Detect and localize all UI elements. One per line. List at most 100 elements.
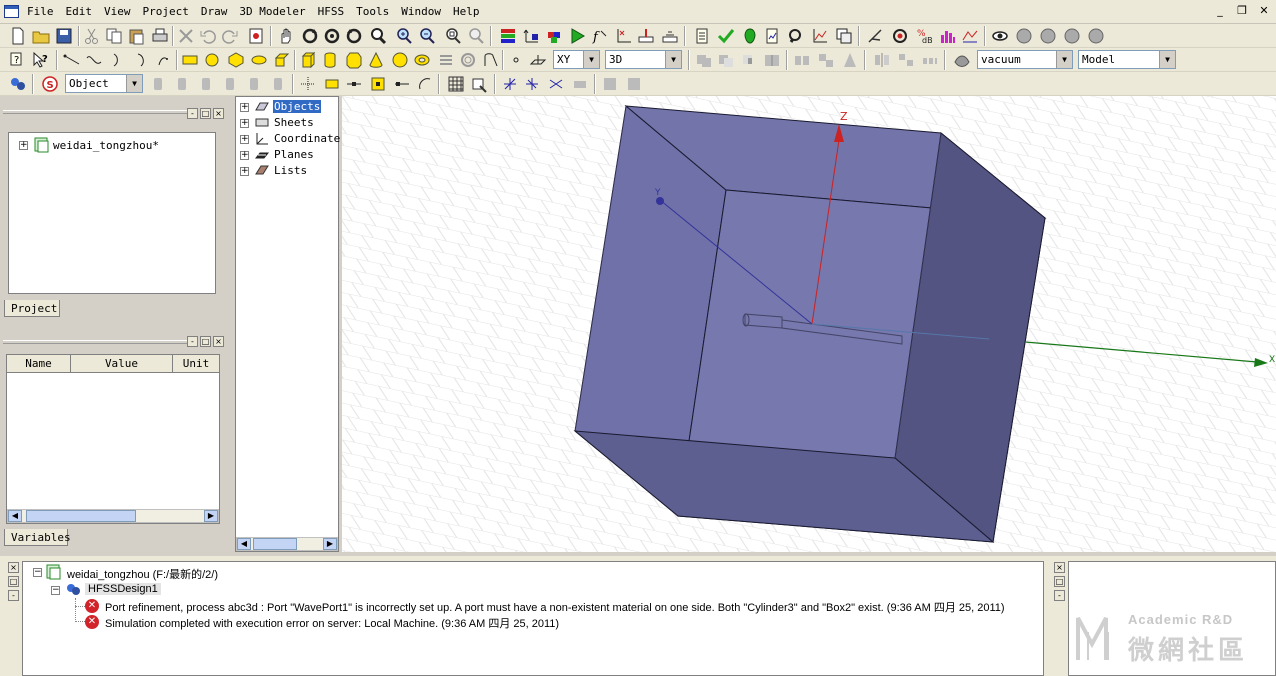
panel-close-icon[interactable]: × xyxy=(213,108,224,119)
material-icon[interactable] xyxy=(952,50,972,70)
snap-grid-icon[interactable] xyxy=(298,74,318,94)
viewport-canvas[interactable]: Y Z X xyxy=(342,96,1276,552)
set-working-cs-icon[interactable] xyxy=(570,74,590,94)
delete-icon[interactable] xyxy=(176,26,196,46)
column-header-name[interactable]: Name xyxy=(7,355,71,373)
modeler-viewport[interactable]: Y Z X xyxy=(342,96,1276,552)
history-item-objects[interactable]: Objects xyxy=(273,100,322,113)
fit-all-icon[interactable] xyxy=(443,26,463,46)
validation-icon[interactable] xyxy=(692,26,712,46)
draw-region-icon[interactable] xyxy=(272,50,292,70)
panel-maximize-icon[interactable]: □ xyxy=(1054,576,1065,587)
measure-distance-icon[interactable] xyxy=(624,74,644,94)
view-front-icon[interactable] xyxy=(1038,26,1058,46)
menu-view[interactable]: View xyxy=(103,5,132,18)
rotate-model-icon[interactable] xyxy=(322,26,342,46)
message-error-simulation[interactable]: Simulation completed with execution erro… xyxy=(105,615,559,631)
message-project-node[interactable]: weidai_tongzhou (F:/最新的/2/) xyxy=(67,566,218,582)
snap-arc-center-icon[interactable] xyxy=(414,74,434,94)
expand-toggle-icon[interactable]: + xyxy=(240,135,249,144)
expand-toggle-icon[interactable]: + xyxy=(240,103,249,112)
open-folder-icon[interactable] xyxy=(31,26,51,46)
app-icon[interactable] xyxy=(4,5,19,18)
select-vertex-icon[interactable] xyxy=(196,74,216,94)
scroll-thumb[interactable] xyxy=(26,510,136,522)
panel-maximize-icon[interactable]: □ xyxy=(200,336,211,347)
history-item-planes[interactable]: Planes xyxy=(274,148,314,161)
expand-toggle-icon[interactable]: + xyxy=(240,119,249,128)
mesh-ops-icon[interactable] xyxy=(545,26,565,46)
dropdown-arrow-icon[interactable]: ▼ xyxy=(126,75,142,92)
draw-helix-icon[interactable] xyxy=(436,50,456,70)
menu-draw[interactable]: Draw xyxy=(200,5,229,18)
view-top-icon[interactable] xyxy=(1014,26,1034,46)
restore-button[interactable]: ❐ xyxy=(1234,3,1250,19)
orbit-icon[interactable] xyxy=(344,26,364,46)
duplicate-around-axis-icon[interactable] xyxy=(896,50,916,70)
grid-icon[interactable] xyxy=(446,74,466,94)
measure-icon[interactable] xyxy=(600,74,620,94)
draw-bondwire-icon[interactable] xyxy=(481,50,501,70)
draw-sphere-icon[interactable] xyxy=(390,50,410,70)
menu-help[interactable]: Help xyxy=(452,5,481,18)
excitations-icon[interactable] xyxy=(522,26,542,46)
variables-hscroll[interactable]: ◀ ▶ xyxy=(7,509,219,523)
menu-3d-modeler[interactable]: 3D Modeler xyxy=(238,5,306,18)
panel-pin-icon[interactable]: - xyxy=(1054,590,1065,601)
message-design-node[interactable]: HFSSDesign1 xyxy=(85,583,161,595)
intersect-icon[interactable] xyxy=(740,50,760,70)
tab-project[interactable]: Project xyxy=(4,300,60,317)
save-icon[interactable] xyxy=(54,26,74,46)
draw-torus-icon[interactable] xyxy=(412,50,432,70)
material-select[interactable]: vacuum ▼ xyxy=(977,50,1073,69)
mirror-icon[interactable] xyxy=(872,50,892,70)
grid-settings-icon[interactable] xyxy=(470,74,490,94)
draw-arc-icon[interactable] xyxy=(108,50,128,70)
imprint-icon[interactable] xyxy=(762,50,782,70)
panel-pin-icon[interactable]: - xyxy=(187,336,198,347)
snap-quadrant-icon[interactable] xyxy=(392,74,412,94)
expand-toggle-icon[interactable]: + xyxy=(240,167,249,176)
history-hscroll[interactable]: ◀ ▶ xyxy=(236,537,338,551)
draw-polygon-icon[interactable] xyxy=(226,50,246,70)
sweep-edge-icon[interactable] xyxy=(840,50,860,70)
draw-spline-icon[interactable] xyxy=(84,50,104,70)
draw-ellipse-icon[interactable] xyxy=(249,50,269,70)
select-edge-icon[interactable] xyxy=(172,74,192,94)
panel-pin-icon[interactable]: - xyxy=(8,590,19,601)
dropdown-arrow-icon[interactable]: ▼ xyxy=(1159,51,1175,68)
radiation-icon[interactable] xyxy=(660,26,680,46)
column-header-value[interactable]: Value xyxy=(71,355,173,373)
scroll-left-icon[interactable]: ◀ xyxy=(8,510,22,522)
paste-icon[interactable] xyxy=(126,26,146,46)
dropdown-arrow-icon[interactable]: ▼ xyxy=(1056,51,1072,68)
smith-chart-icon[interactable] xyxy=(890,26,910,46)
percent-icon[interactable]: % dB xyxy=(914,26,934,46)
draw-regular-polyhedron-icon[interactable] xyxy=(344,50,364,70)
message-error-port[interactable]: Port refinement, process abc3d : Port "W… xyxy=(105,599,1005,615)
boundaries-icon[interactable] xyxy=(498,26,518,46)
panel-maximize-icon[interactable]: □ xyxy=(8,576,19,587)
scroll-right-icon[interactable]: ▶ xyxy=(323,538,337,550)
panel-close-icon[interactable]: × xyxy=(213,336,224,347)
select-face-icon[interactable] xyxy=(148,74,168,94)
pan-hand-icon[interactable] xyxy=(276,26,296,46)
new-file-icon[interactable] xyxy=(8,26,28,46)
draw-point-icon[interactable] xyxy=(506,50,526,70)
draw-plane-icon[interactable] xyxy=(528,50,548,70)
close-button[interactable]: ✕ xyxy=(1256,3,1272,19)
redo-icon[interactable] xyxy=(220,26,240,46)
eye-icon[interactable] xyxy=(990,26,1010,46)
menu-file[interactable]: File xyxy=(26,5,55,18)
macro-icon[interactable] xyxy=(246,26,266,46)
bar-chart-icon[interactable] xyxy=(938,26,958,46)
history-item-sheets[interactable]: Sheets xyxy=(274,116,314,129)
duplicate-along-line-icon[interactable] xyxy=(920,50,940,70)
dropdown-arrow-icon[interactable]: ▼ xyxy=(583,51,599,68)
hfss-design-icon[interactable] xyxy=(8,74,28,94)
dropdown-arrow-icon[interactable]: ▼ xyxy=(665,51,681,68)
select-all-icon[interactable] xyxy=(268,74,288,94)
project-name[interactable]: weidai_tongzhou* xyxy=(53,139,159,152)
scroll-thumb[interactable] xyxy=(253,538,297,550)
draw-center-arc-icon[interactable] xyxy=(132,50,152,70)
